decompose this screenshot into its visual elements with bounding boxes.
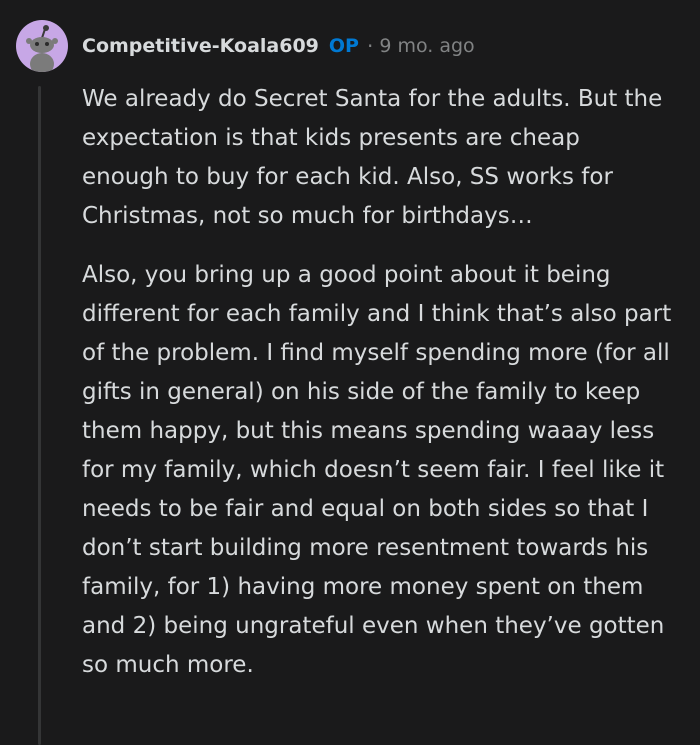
snoo-avatar-icon-graphic [26,25,58,72]
snoo-avatar-icon[interactable] [16,20,68,72]
meta-separator: · [366,34,374,58]
comment-header: Competitive-Koala609 OP · 9 mo. ago [82,30,475,62]
comment-paragraph: We already do Secret Santa for the adult… [82,86,663,229]
op-badge: OP [328,35,359,57]
comment-body: We already do Secret Santa for the adult… [82,80,672,705]
comment-timestamp[interactable]: 9 mo. ago [379,35,474,57]
comment: Competitive-Koala609 OP · 9 mo. ago We a… [0,0,700,745]
thread-collapse-line[interactable] [38,86,41,745]
comment-paragraph: Also, you bring up a good point about it… [82,262,672,678]
username-link[interactable]: Competitive-Koala609 [82,35,319,57]
